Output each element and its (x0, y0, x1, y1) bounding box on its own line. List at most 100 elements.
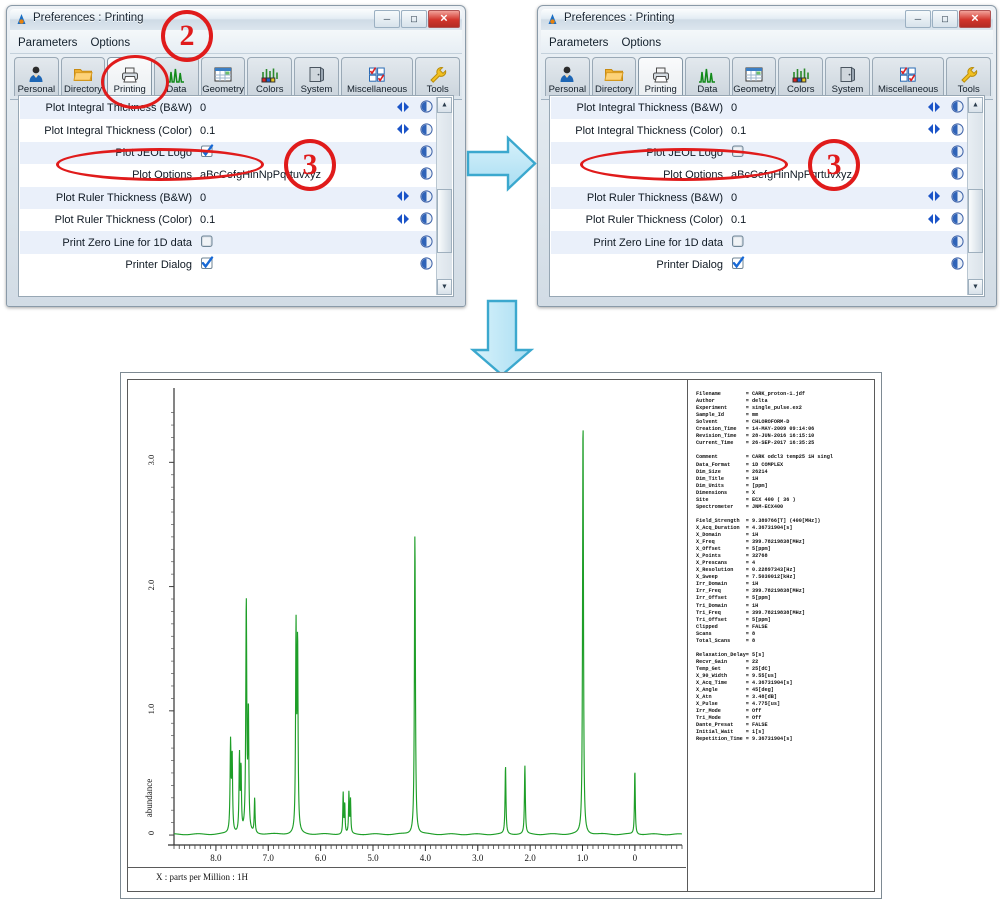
tab-miscellaneous[interactable]: Miscellaneous (871, 57, 945, 96)
checkbox-printer-dialog[interactable] (731, 256, 745, 273)
reset-icon[interactable] (951, 167, 964, 183)
row-controls[interactable] (951, 145, 964, 161)
row-controls[interactable] (395, 122, 433, 139)
checkbox-print-zero-line-for-1d-data[interactable] (731, 235, 745, 251)
scroll-thumb[interactable] (437, 189, 452, 253)
reset-icon[interactable] (951, 145, 964, 161)
scroll-up-button[interactable]: ▲ (437, 97, 452, 113)
setting-value[interactable] (731, 234, 968, 251)
scroll-down-button[interactable]: ▼ (437, 279, 452, 295)
tab-personal[interactable]: Personal (545, 57, 590, 96)
tab-data[interactable]: Data (685, 57, 730, 96)
tab-geometry[interactable]: Geometry (200, 57, 246, 96)
reset-icon[interactable] (951, 257, 964, 273)
row-controls[interactable] (420, 257, 433, 273)
menu-bar[interactable]: Parameters Options (541, 30, 993, 54)
setting-row[interactable]: Plot Integral Thickness (B&W) 0 (551, 97, 968, 120)
spinner-icon[interactable] (926, 123, 942, 138)
maximize-button[interactable]: ◻ (401, 10, 427, 28)
reset-icon[interactable] (420, 190, 433, 206)
row-controls[interactable] (926, 190, 964, 206)
reset-icon[interactable] (420, 212, 433, 228)
title-bar[interactable]: Preferences : Printing ─ ◻ ✕ (10, 9, 462, 30)
tab-tools[interactable]: Tools (415, 57, 461, 96)
setting-row[interactable]: Plot Ruler Thickness (B&W) 0 (551, 186, 968, 209)
setting-row[interactable]: Printer Dialog (551, 254, 968, 276)
row-controls[interactable] (420, 167, 433, 183)
tab-system[interactable]: System (825, 57, 870, 96)
tab-strip[interactable]: Personal Directory Printing Data Geometr… (10, 54, 462, 100)
checkbox-print-zero-line-for-1d-data[interactable] (200, 235, 214, 251)
setting-value[interactable] (731, 256, 968, 273)
row-controls[interactable] (926, 100, 964, 116)
row-controls[interactable] (395, 212, 433, 228)
minimize-button[interactable]: ─ (905, 10, 931, 28)
window-buttons[interactable]: ─ ◻ ✕ (905, 10, 991, 28)
settings-list[interactable]: Plot Integral Thickness (B&W) 0 Plot Int… (18, 95, 454, 297)
tab-tools[interactable]: Tools (946, 57, 992, 96)
spinner-icon[interactable] (395, 190, 411, 205)
window-buttons[interactable]: ─ ◻ ✕ (374, 10, 460, 28)
setting-row[interactable]: Printer Dialog (20, 254, 437, 276)
tab-directory[interactable]: Directory (591, 57, 637, 96)
spinner-icon[interactable] (395, 213, 411, 228)
setting-row[interactable]: Print Zero Line for 1D data (551, 231, 968, 254)
row-controls[interactable] (951, 257, 964, 273)
menu-item-options[interactable]: Options (90, 37, 130, 49)
reset-icon[interactable] (420, 234, 433, 251)
row-controls[interactable] (420, 234, 433, 251)
reset-icon[interactable] (951, 122, 964, 139)
row-controls[interactable] (951, 234, 964, 251)
tab-colors[interactable]: Colors (778, 57, 824, 96)
setting-value[interactable] (200, 234, 437, 251)
setting-row[interactable]: Plot Ruler Thickness (Color) 0.1 (551, 209, 968, 231)
row-controls[interactable] (926, 212, 964, 228)
tab-miscellaneous[interactable]: Miscellaneous (340, 57, 414, 96)
reset-icon[interactable] (420, 122, 433, 139)
row-controls[interactable] (926, 122, 964, 139)
spinner-icon[interactable] (395, 123, 411, 138)
tab-directory[interactable]: Directory (60, 57, 106, 96)
reset-icon[interactable] (951, 234, 964, 251)
close-button[interactable]: ✕ (428, 10, 460, 28)
setting-row[interactable]: Plot Integral Thickness (Color) 0.1 (20, 119, 437, 141)
menu-bar[interactable]: Parameters Options (10, 30, 462, 54)
setting-row[interactable]: Plot Integral Thickness (B&W) 0 (20, 97, 437, 120)
scroll-thumb[interactable] (968, 189, 983, 253)
spinner-icon[interactable] (926, 213, 942, 228)
menu-item-parameters[interactable]: Parameters (18, 37, 77, 49)
setting-row[interactable]: Plot Integral Thickness (Color) 0.1 (551, 119, 968, 141)
tab-system[interactable]: System (294, 57, 339, 96)
menu-item-options[interactable]: Options (621, 37, 661, 49)
spinner-icon[interactable] (926, 101, 942, 116)
setting-value[interactable] (200, 256, 437, 273)
setting-row[interactable]: Plot Ruler Thickness (Color) 0.1 (20, 209, 437, 231)
title-bar[interactable]: Preferences : Printing ─ ◻ ✕ (541, 9, 993, 30)
tab-geometry[interactable]: Geometry (731, 57, 777, 96)
tab-strip[interactable]: Personal Directory Printing Data Geometr… (541, 54, 993, 100)
row-controls[interactable] (951, 167, 964, 183)
setting-row[interactable]: Plot Ruler Thickness (B&W) 0 (20, 186, 437, 209)
tab-colors[interactable]: Colors (247, 57, 293, 96)
scroll-down-button[interactable]: ▼ (968, 279, 983, 295)
reset-icon[interactable] (420, 145, 433, 161)
reset-icon[interactable] (420, 100, 433, 116)
row-controls[interactable] (395, 100, 433, 116)
settings-list[interactable]: Plot Integral Thickness (B&W) 0 Plot Int… (549, 95, 985, 297)
checkbox-printer-dialog[interactable] (200, 256, 214, 273)
reset-icon[interactable] (951, 100, 964, 116)
spinner-icon[interactable] (395, 101, 411, 116)
setting-row[interactable]: Print Zero Line for 1D data (20, 231, 437, 254)
minimize-button[interactable]: ─ (374, 10, 400, 28)
reset-icon[interactable] (951, 212, 964, 228)
vertical-scrollbar[interactable]: ▲ ▼ (436, 97, 452, 295)
reset-icon[interactable] (420, 257, 433, 273)
tab-personal[interactable]: Personal (14, 57, 59, 96)
maximize-button[interactable]: ◻ (932, 10, 958, 28)
vertical-scrollbar[interactable]: ▲ ▼ (967, 97, 983, 295)
scroll-up-button[interactable]: ▲ (968, 97, 983, 113)
row-controls[interactable] (395, 190, 433, 206)
spinner-icon[interactable] (926, 190, 942, 205)
row-controls[interactable] (420, 145, 433, 161)
reset-icon[interactable] (951, 190, 964, 206)
